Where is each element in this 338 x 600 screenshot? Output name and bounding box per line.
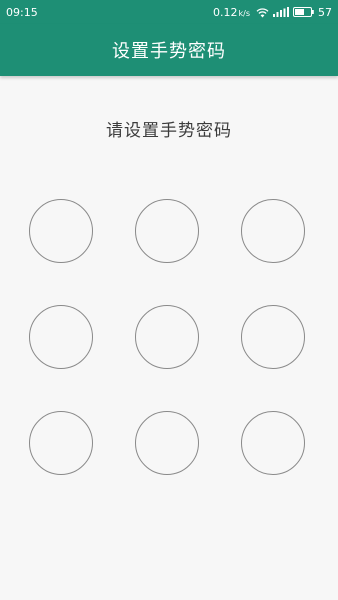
status-indicators: 0.12k/s 57 (213, 6, 332, 19)
app-bar: 设置手势密码 (0, 24, 338, 76)
gesture-pattern-grid[interactable] (29, 199, 309, 479)
pattern-dot-9[interactable] (241, 411, 305, 475)
battery-icon (293, 7, 314, 17)
network-speed-unit: k/s (238, 8, 251, 18)
pattern-dot-4[interactable] (29, 305, 93, 369)
network-speed: 0.12k/s (213, 6, 250, 19)
battery-level: 57 (318, 5, 332, 19)
pattern-dot-3[interactable] (241, 199, 305, 263)
signal-icon (273, 7, 289, 17)
pattern-dot-5[interactable] (135, 305, 199, 369)
pattern-dot-2[interactable] (135, 199, 199, 263)
pattern-dot-6[interactable] (241, 305, 305, 369)
app-title: 设置手势密码 (112, 41, 226, 62)
gesture-prompt: 请设置手势密码 (106, 121, 232, 141)
network-speed-value: 0.12 (213, 5, 238, 19)
status-bar: 09:15 0.12k/s 57 (0, 0, 338, 24)
pattern-dot-8[interactable] (135, 411, 199, 475)
pattern-dot-7[interactable] (29, 411, 93, 475)
status-time: 09:15 (6, 5, 38, 19)
wifi-icon (256, 7, 269, 18)
pattern-dot-1[interactable] (29, 199, 93, 263)
